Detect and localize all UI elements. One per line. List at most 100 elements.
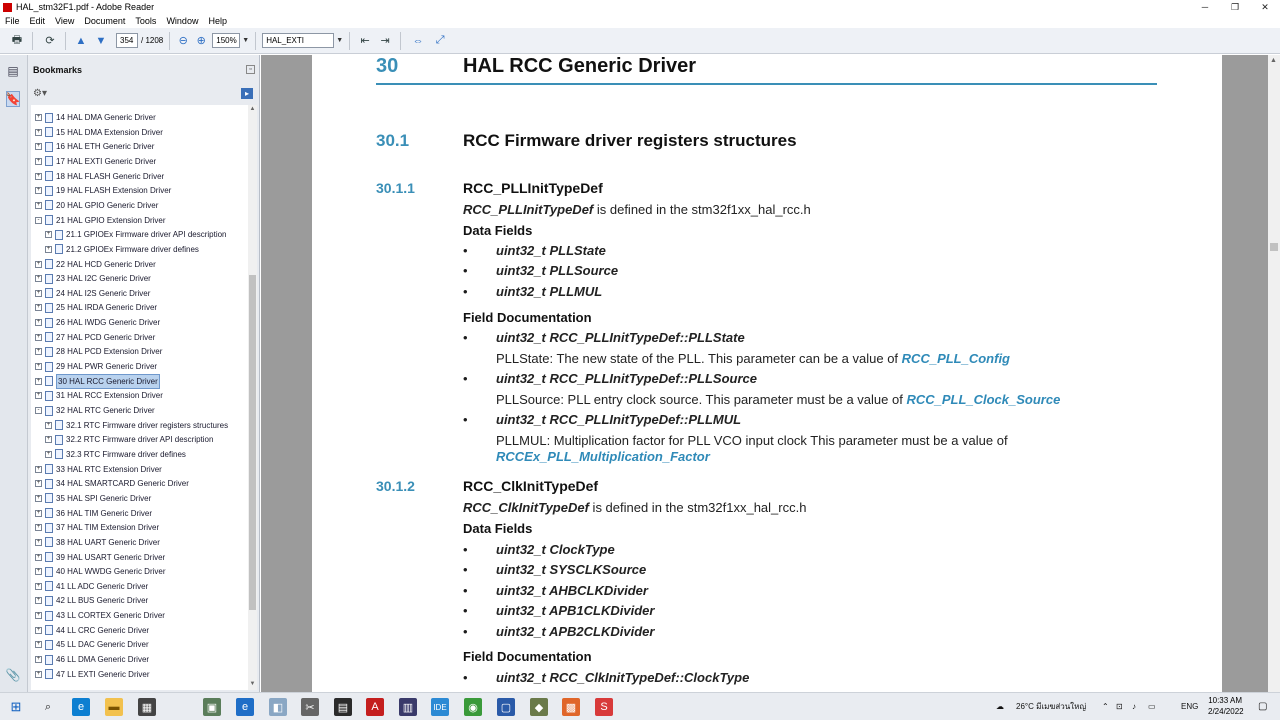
menu-document[interactable]: Document <box>79 16 130 26</box>
bookmark-item[interactable]: +24 HAL I2S Generic Driver <box>35 287 150 300</box>
expand-icon[interactable]: + <box>35 275 42 283</box>
bookmark-item[interactable]: +42 LL BUS Generic Driver <box>35 594 148 607</box>
bookmarks-scrollbar[interactable]: ▲ ▼ <box>248 105 257 690</box>
document-viewer[interactable]: 30 HAL RCC Generic Driver 30.1 RCC Firmw… <box>261 55 1268 692</box>
collapse-panel-icon[interactable]: ▫ <box>246 65 255 74</box>
bookmark-item[interactable]: +41 LL ADC Generic Driver <box>35 580 148 593</box>
tools-icon[interactable]: ✂ <box>301 698 319 716</box>
bookmark-item[interactable]: +25 HAL IRDA Generic Driver <box>35 301 157 314</box>
rcc-pll-clock-source-link[interactable]: RCC_PLL_Clock_Source <box>906 392 1060 407</box>
bookmark-item[interactable]: +40 HAL WWDG Generic Driver <box>35 565 166 578</box>
expand-icon[interactable]: + <box>35 187 42 195</box>
bookmark-item[interactable]: +32.3 RTC Firmware driver defines <box>45 448 186 461</box>
bookmark-item[interactable]: - 32 HAL RTC Generic Driver <box>35 404 155 417</box>
app-icon[interactable]: ▢ <box>497 698 515 716</box>
expand-icon[interactable]: + <box>35 494 42 502</box>
adobe-reader-taskbar-icon[interactable]: A <box>366 698 384 716</box>
bookmark-item[interactable]: +21.1 GPIOEx Firmware driver API descrip… <box>45 228 227 241</box>
find-dropdown-icon[interactable]: ▼ <box>336 37 343 44</box>
bookmark-item[interactable]: +32.2 RTC Firmware driver API descriptio… <box>45 433 213 446</box>
bookmark-item[interactable]: +47 LL EXTI Generic Driver <box>35 668 150 681</box>
options-gear-icon[interactable]: ⚙▾ <box>33 88 47 99</box>
menu-tools[interactable]: Tools <box>130 16 161 26</box>
attachments-icon[interactable]: 📎 <box>6 667 21 683</box>
bookmark-item[interactable]: +26 HAL IWDG Generic Driver <box>35 316 160 329</box>
scrollbar-thumb[interactable] <box>249 275 256 610</box>
bookmark-item[interactable]: +39 HAL USART Generic Driver <box>35 551 165 564</box>
bookmark-item[interactable]: +21.2 GPIOEx Firmware driver defines <box>45 243 199 256</box>
expand-icon[interactable]: + <box>35 612 42 620</box>
zoom-dropdown-icon[interactable]: ▼ <box>242 37 249 44</box>
menu-view[interactable]: View <box>50 16 79 26</box>
start-icon[interactable]: ⊞ <box>7 698 25 716</box>
bookmarks-panel-icon[interactable]: 🔖 <box>6 91 20 107</box>
expand-icon[interactable]: + <box>45 231 52 239</box>
network-icon[interactable]: ⊡ <box>1116 693 1123 721</box>
app-icon[interactable]: ◧ <box>269 698 287 716</box>
bookmark-item[interactable]: +38 HAL UART Generic Driver <box>35 536 160 549</box>
expand-icon[interactable]: + <box>35 260 42 268</box>
clock[interactable]: 10:33 AM 2/24/2022 <box>1208 695 1244 717</box>
maximize-button[interactable]: ❐ <box>1220 0 1250 14</box>
scroll-down-icon[interactable]: ▼ <box>249 681 256 687</box>
scrollbar-thumb[interactable] <box>1270 243 1278 251</box>
expand-icon[interactable]: + <box>35 582 42 590</box>
notifications-icon[interactable]: ▢ <box>1258 693 1267 721</box>
app-icon[interactable]: ▤ <box>334 698 352 716</box>
expand-icon[interactable]: + <box>35 333 42 341</box>
bookmark-item[interactable]: +15 HAL DMA Extension Driver <box>35 126 163 139</box>
search-icon[interactable]: ⌕ <box>39 698 57 716</box>
zoom-out-icon[interactable]: ⊖ <box>174 32 192 50</box>
bookmark-item[interactable]: +19 HAL FLASH Extension Driver <box>35 184 171 197</box>
menu-file[interactable]: File <box>0 16 25 26</box>
bookmark-item[interactable]: +18 HAL FLASH Generic Driver <box>35 170 164 183</box>
collapse-icon[interactable]: - <box>35 407 42 414</box>
app-icon[interactable]: ▣ <box>203 698 221 716</box>
expand-icon[interactable]: + <box>35 553 42 561</box>
bookmark-item[interactable]: +23 HAL I2C Generic Driver <box>35 272 151 285</box>
bookmark-item[interactable]: +43 LL CORTEX Generic Driver <box>35 609 165 622</box>
bookmark-item[interactable]: +44 LL CRC Generic Driver <box>35 624 149 637</box>
expand-icon[interactable]: + <box>35 465 42 473</box>
expand-icon[interactable]: + <box>35 568 42 576</box>
expand-icon[interactable]: + <box>35 304 42 312</box>
expand-icon[interactable]: + <box>35 641 42 649</box>
expand-icon[interactable]: + <box>35 597 42 605</box>
expand-icon[interactable]: + <box>35 172 42 180</box>
expand-icon[interactable]: + <box>35 509 42 517</box>
expand-icon[interactable]: + <box>35 377 42 385</box>
close-button[interactable]: ✕ <box>1250 0 1280 14</box>
bookmark-item[interactable]: +32.1 RTC Firmware driver registers stru… <box>45 419 228 432</box>
bookmark-item[interactable]: +17 HAL EXTI Generic Driver <box>35 155 156 168</box>
stm32cubeide-icon[interactable]: IDE <box>431 698 449 716</box>
find-next-icon[interactable]: ⇥ <box>376 32 394 50</box>
bookmark-item[interactable]: +16 HAL ETH Generic Driver <box>35 140 154 153</box>
rcc-pll-config-link[interactable]: RCC_PLL_Config <box>902 351 1010 366</box>
expand-icon[interactable]: + <box>45 245 52 253</box>
app-icon[interactable]: ◉ <box>464 698 482 716</box>
bookmark-item[interactable]: +22 HAL HCD Generic Driver <box>35 258 156 271</box>
bookmark-item[interactable]: +36 HAL TIM Generic Driver <box>35 507 152 520</box>
expand-icon[interactable]: + <box>35 538 42 546</box>
fit-page-icon[interactable]: ⤢ <box>431 32 449 50</box>
expand-icon[interactable]: + <box>35 363 42 371</box>
share-icon[interactable]: ⟳ <box>41 32 59 50</box>
bookmark-item[interactable]: +28 HAL PCD Extension Driver <box>35 345 162 358</box>
app-icon[interactable]: ◆ <box>530 698 548 716</box>
store-icon[interactable]: ▦ <box>138 698 156 716</box>
document-scrollbar[interactable]: ▲ <box>1268 55 1280 692</box>
bookmark-item[interactable]: +29 HAL PWR Generic Driver <box>35 360 157 373</box>
expand-icon[interactable]: + <box>45 450 52 458</box>
bookmark-item[interactable]: +27 HAL PCD Generic Driver <box>35 331 155 344</box>
menu-window[interactable]: Window <box>161 16 203 26</box>
internet-explorer-icon[interactable]: e <box>236 698 254 716</box>
bookmark-item[interactable]: +35 HAL SPI Generic Driver <box>35 492 151 505</box>
scroll-up-icon[interactable]: ▲ <box>249 106 256 112</box>
battery-icon[interactable]: ▭ <box>1148 693 1156 721</box>
expand-icon[interactable]: + <box>35 392 42 400</box>
menu-edit[interactable]: Edit <box>25 16 51 26</box>
expand-icon[interactable]: + <box>35 128 42 136</box>
zoom-level-input[interactable]: 150% <box>212 33 241 48</box>
find-previous-icon[interactable]: ⇤ <box>356 32 374 50</box>
bookmark-item[interactable]: +33 HAL RTC Extension Driver <box>35 463 162 476</box>
